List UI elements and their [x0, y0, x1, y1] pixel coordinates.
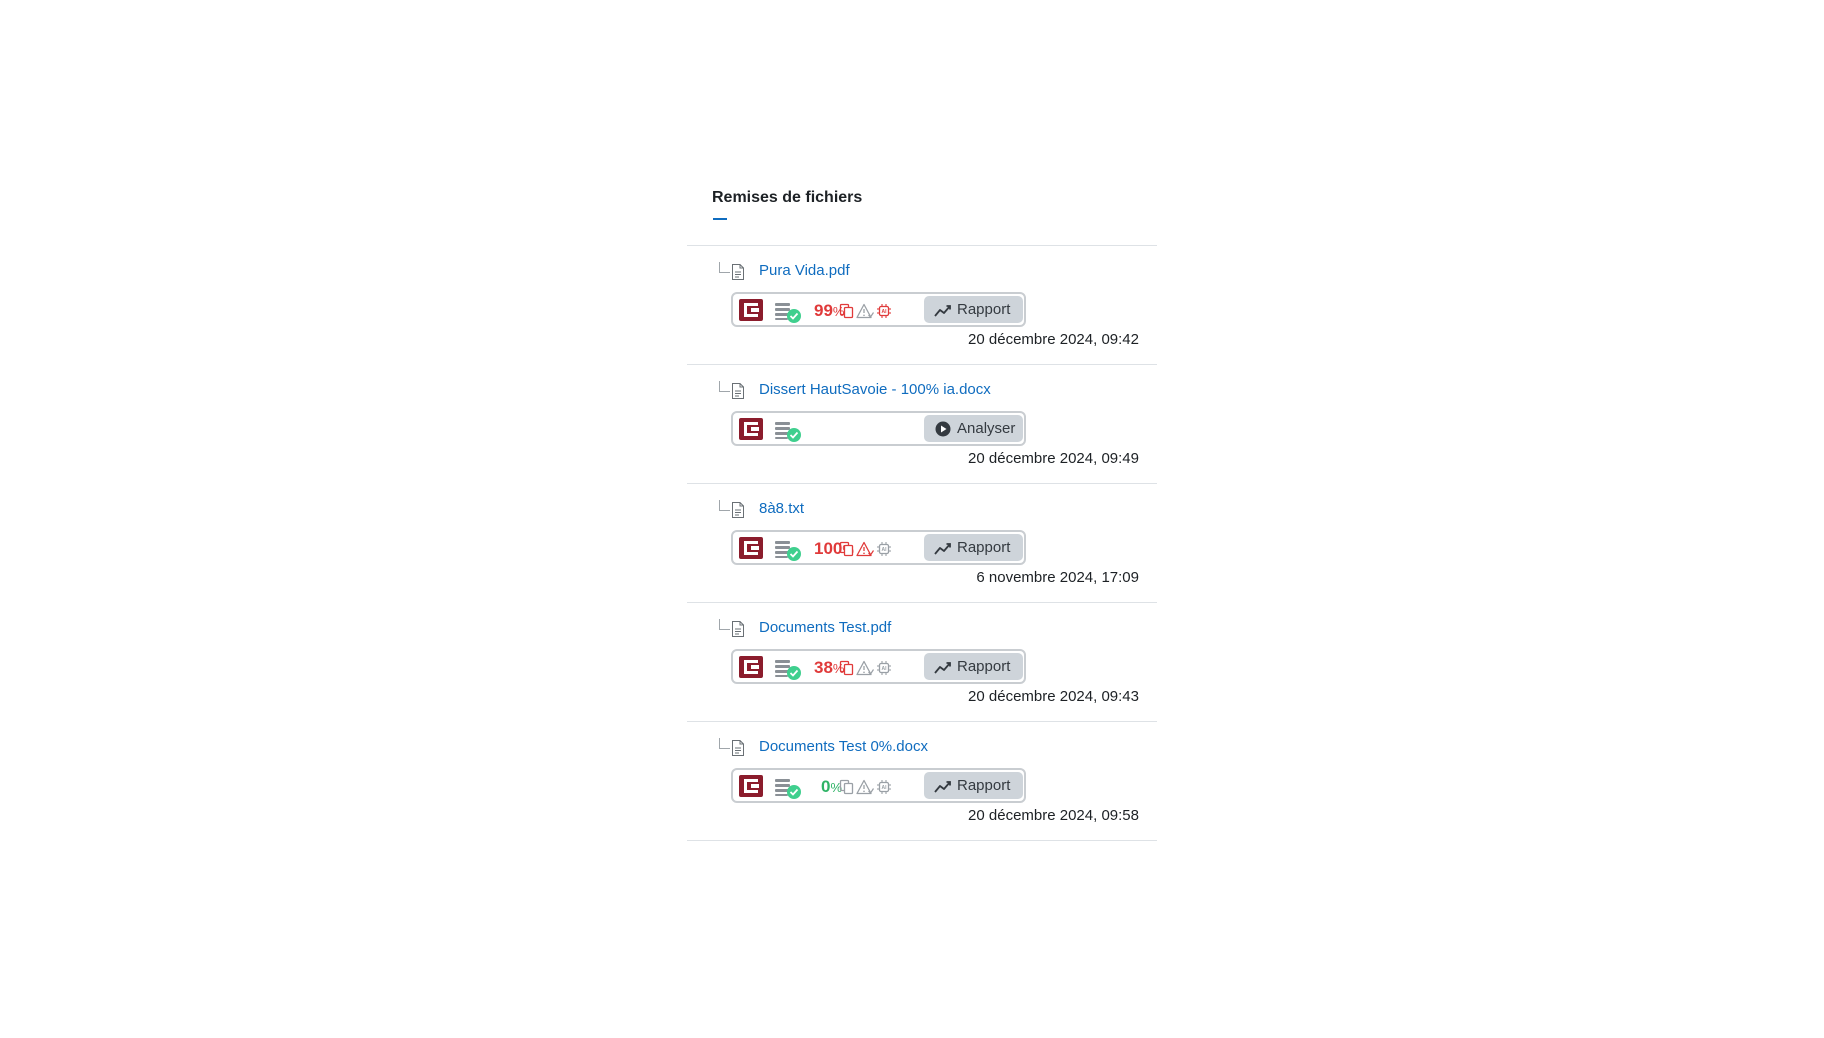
compilatio-logo-icon [739, 775, 763, 797]
file-name-link[interactable]: Documents Test 0%.docx [759, 738, 928, 755]
svg-text:AI: AI [882, 785, 888, 791]
score-value: 99 [814, 301, 833, 320]
metric-icons: AI [839, 779, 899, 795]
tree-branch-line [719, 262, 730, 273]
submission-row: Documents Test.pdf 38% AI Rapport 20 décembr… [687, 603, 1157, 722]
plagiarism-status-box: Analyser [731, 411, 1026, 446]
metric-icons: AI [839, 303, 899, 319]
copy-similarity-icon [839, 660, 855, 676]
button-label: Rapport [957, 301, 1011, 318]
submission-list: Pura Vida.pdf 99% AI Rapport 20 décembre 202… [687, 246, 1157, 841]
plagiarism-status-box: 100%AIRapport [731, 530, 1026, 565]
button-label: Rapport [957, 777, 1011, 794]
chart-line-icon [934, 778, 952, 794]
report-button[interactable]: Rapport [924, 296, 1023, 323]
pdf-file-icon [731, 621, 745, 637]
compilatio-logo-icon [739, 418, 763, 440]
file-name-link[interactable]: Dissert HautSavoie - 100% ia.docx [759, 381, 991, 398]
submission-row: Dissert HautSavoie - 100% ia.docx Analyse… [687, 365, 1157, 484]
submission-date: 6 novembre 2024, 17:09 [976, 569, 1139, 586]
file-submissions-panel: Remises de fichiers Pura Vida.pdf 99% AI Ra… [687, 176, 1157, 841]
chart-line-icon [934, 659, 952, 675]
copy-similarity-icon [839, 779, 855, 795]
svg-text:AI: AI [882, 666, 888, 672]
copy-similarity-icon [839, 303, 855, 319]
score-value: 38 [814, 658, 833, 677]
chart-line-icon [934, 302, 952, 318]
plagiarism-status-box: 38% AI Rapport [731, 649, 1026, 684]
plagiarism-status-box: 99% AI Rapport [731, 292, 1026, 327]
database-indexed-icon [773, 300, 803, 324]
submission-row: Pura Vida.pdf 99% AI Rapport 20 décembre 202… [687, 246, 1157, 365]
ai-detection-icon: AI [876, 660, 892, 676]
tree-branch-line [719, 500, 730, 511]
button-label: Rapport [957, 658, 1011, 675]
file-name-link[interactable]: Pura Vida.pdf [759, 262, 850, 279]
database-indexed-icon [773, 419, 803, 443]
submission-date: 20 décembre 2024, 09:43 [968, 688, 1139, 705]
title-underline [713, 218, 727, 220]
copy-similarity-icon [839, 541, 855, 557]
submission-date: 20 décembre 2024, 09:58 [968, 807, 1139, 824]
svg-text:AI: AI [882, 309, 888, 315]
svg-text:AI: AI [882, 547, 888, 553]
play-circle-icon [934, 421, 952, 437]
report-button[interactable]: Rapport [924, 653, 1023, 680]
doc-file-icon [731, 740, 745, 756]
suspicious-warning-icon [856, 660, 874, 676]
ai-detection-icon: AI [876, 541, 892, 557]
panel-header: Remises de fichiers [687, 176, 1157, 246]
suspicious-warning-icon [856, 303, 874, 319]
tree-branch-line [719, 381, 730, 392]
report-button[interactable]: Rapport [924, 534, 1023, 561]
database-indexed-icon [773, 657, 803, 681]
analyze-button[interactable]: Analyser [924, 415, 1023, 442]
metric-icons: AI [839, 541, 899, 557]
database-indexed-icon [773, 538, 803, 562]
panel-title: Remises de fichiers [712, 189, 863, 206]
plagiarism-status-box: 0% AI Rapport [731, 768, 1026, 803]
compilatio-logo-icon [739, 656, 763, 678]
ai-detection-icon: AI [876, 303, 892, 319]
report-button[interactable]: Rapport [924, 772, 1023, 799]
suspicious-warning-icon [856, 779, 874, 795]
metric-icons: AI [839, 660, 899, 676]
compilatio-logo-icon [739, 537, 763, 559]
tree-branch-line [719, 738, 730, 749]
ai-detection-icon: AI [876, 779, 892, 795]
tree-branch-line [719, 619, 730, 630]
pdf-file-icon [731, 264, 745, 280]
suspicious-warning-icon [856, 541, 874, 557]
file-name-link[interactable]: Documents Test.pdf [759, 619, 891, 636]
doc-file-icon [731, 383, 745, 399]
submission-date: 20 décembre 2024, 09:42 [968, 331, 1139, 348]
chart-line-icon [934, 540, 952, 556]
submission-row: Documents Test 0%.docx 0% AI Rapport 20 déce… [687, 722, 1157, 841]
button-label: Rapport [957, 539, 1011, 556]
text-file-icon [731, 502, 745, 518]
button-label: Analyser [957, 420, 1016, 437]
file-name-link[interactable]: 8à8.txt [759, 500, 804, 517]
compilatio-logo-icon [739, 299, 763, 321]
database-indexed-icon [773, 776, 803, 800]
submission-row: 8à8.txt100%AIRapport6 novembre 2024, 17:… [687, 484, 1157, 603]
submission-date: 20 décembre 2024, 09:49 [968, 450, 1139, 467]
